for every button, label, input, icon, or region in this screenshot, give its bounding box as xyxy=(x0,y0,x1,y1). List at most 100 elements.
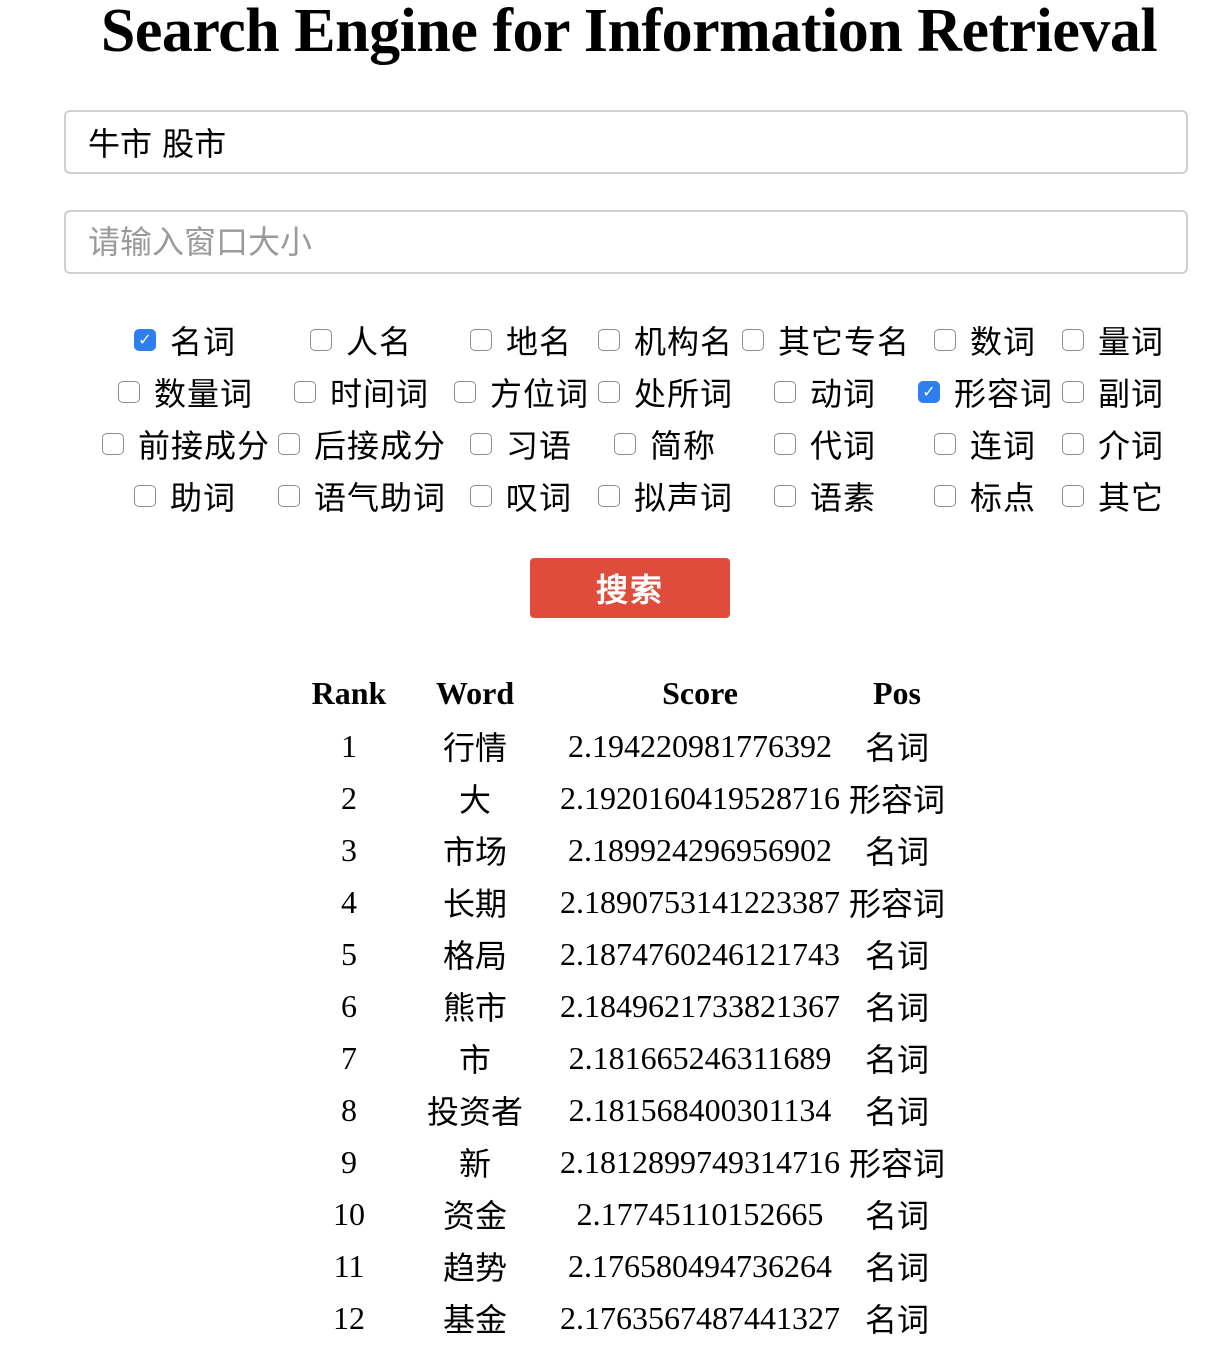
checkbox[interactable] xyxy=(934,485,956,507)
pos-cell: 名词 xyxy=(864,1301,929,1339)
checkbox[interactable] xyxy=(294,381,316,403)
pos-filter-row: 前接成分 后接成分 习语 简称 代词 连词 介词 xyxy=(0,418,1226,470)
pos-option-label: 处所词 xyxy=(634,375,734,413)
checkbox[interactable] xyxy=(1062,329,1084,351)
checkbox[interactable] xyxy=(470,485,492,507)
checkbox[interactable] xyxy=(1062,485,1084,507)
pos-option[interactable]: 拟声词 xyxy=(598,470,733,522)
pos-option[interactable]: 动词 xyxy=(774,366,876,418)
checkbox[interactable] xyxy=(598,381,620,403)
pos-option[interactable]: 标点 xyxy=(934,470,1036,522)
result-row: 7 市 2.181665246311689 名词 xyxy=(300,1032,946,1084)
pos-option-label: 机构名 xyxy=(634,323,734,361)
score-cell: 2.1920160419528716 xyxy=(560,779,840,816)
rank-cell: 9 xyxy=(341,1143,357,1180)
rank-cell: 1 xyxy=(341,727,357,764)
pos-option[interactable]: 介词 xyxy=(1062,418,1164,470)
pos-option[interactable]: 语素 xyxy=(774,470,876,522)
pos-cell: 名词 xyxy=(864,989,929,1027)
checkbox[interactable] xyxy=(278,433,300,455)
pos-cell: 名词 xyxy=(864,1249,929,1287)
checkbox[interactable] xyxy=(278,485,300,507)
score-cell: 2.189924296956902 xyxy=(568,831,832,868)
pos-option[interactable]: 量词 xyxy=(1062,314,1164,366)
checkbox[interactable] xyxy=(774,485,796,507)
rank-cell: 5 xyxy=(341,935,357,972)
checkbox[interactable] xyxy=(598,485,620,507)
checkbox[interactable] xyxy=(134,485,156,507)
pos-cell: 名词 xyxy=(864,1093,929,1131)
results-body: 1 行情 2.194220981776392 名词 2 大 2.19201604195287… xyxy=(300,720,946,1344)
query-input[interactable] xyxy=(64,110,1188,174)
pos-option[interactable]: 助词 xyxy=(134,470,236,522)
rank-cell: 3 xyxy=(341,831,357,868)
pos-option[interactable]: 数词 xyxy=(934,314,1036,366)
search-button[interactable]: 搜索 xyxy=(530,558,730,618)
checkbox[interactable] xyxy=(1062,433,1084,455)
pos-option-label: 前接成分 xyxy=(138,427,271,465)
checkbox[interactable] xyxy=(470,433,492,455)
pos-option[interactable]: 机构名 xyxy=(598,314,733,366)
score-cell: 2.181665246311689 xyxy=(568,1039,832,1076)
pos-option[interactable]: 副词 xyxy=(1062,366,1164,418)
pos-option[interactable]: 前接成分 xyxy=(102,418,270,470)
pos-option[interactable]: 简称 xyxy=(614,418,716,470)
pos-option[interactable]: 数量词 xyxy=(118,366,253,418)
rank-cell: 8 xyxy=(341,1091,357,1128)
checkbox[interactable] xyxy=(934,433,956,455)
result-row: 9 新 2.1812899749314716 形容词 xyxy=(300,1136,946,1188)
score-cell: 2.194220981776392 xyxy=(568,727,832,764)
word-cell: 趋势 xyxy=(442,1249,507,1287)
score-cell: 2.17745110152665 xyxy=(576,1195,824,1232)
result-row: 11 趋势 2.176580494736264 名词 xyxy=(300,1240,946,1292)
checkbox[interactable] xyxy=(310,329,332,351)
pos-option[interactable]: ✓ 形容词 xyxy=(918,366,1053,418)
word-cell: 基金 xyxy=(442,1301,507,1339)
pos-option[interactable]: 时间词 xyxy=(294,366,429,418)
pos-option[interactable]: 其它专名 xyxy=(742,314,910,366)
checkbox[interactable] xyxy=(1062,381,1084,403)
pos-option[interactable]: 后接成分 xyxy=(278,418,446,470)
checkbox[interactable] xyxy=(118,381,140,403)
checkbox[interactable] xyxy=(598,329,620,351)
pos-option[interactable]: 方位词 xyxy=(454,366,589,418)
checkbox[interactable] xyxy=(454,381,476,403)
pos-option[interactable]: 叹词 xyxy=(470,470,572,522)
pos-option[interactable]: 人名 xyxy=(310,314,412,366)
checkbox[interactable] xyxy=(614,433,636,455)
checkbox[interactable] xyxy=(774,433,796,455)
pos-option[interactable]: 其它 xyxy=(1062,470,1164,522)
pos-option-label: 数量词 xyxy=(154,375,254,413)
pos-option[interactable]: 语气助词 xyxy=(278,470,446,522)
pos-option-label: 代词 xyxy=(810,427,877,465)
checkbox[interactable] xyxy=(774,381,796,403)
word-cell: 市场 xyxy=(442,833,507,871)
window-size-input[interactable] xyxy=(64,210,1188,274)
pos-header: Pos xyxy=(873,674,921,711)
checkbox[interactable] xyxy=(742,329,764,351)
pos-option-label: 后接成分 xyxy=(314,427,447,465)
pos-option[interactable]: 地名 xyxy=(470,314,572,366)
pos-option-label: 其它 xyxy=(1098,479,1165,517)
pos-option-label: 习语 xyxy=(506,427,573,465)
checkbox[interactable] xyxy=(934,329,956,351)
pos-option[interactable]: 处所词 xyxy=(598,366,733,418)
pos-option[interactable]: 连词 xyxy=(934,418,1036,470)
pos-option[interactable]: 代词 xyxy=(774,418,876,470)
pos-option[interactable]: ✓ 名词 xyxy=(134,314,236,366)
word-cell: 熊市 xyxy=(442,989,507,1027)
checkbox-checked[interactable]: ✓ xyxy=(918,381,940,403)
word-cell: 市 xyxy=(458,1041,491,1079)
score-cell: 2.176580494736264 xyxy=(568,1247,832,1284)
checkbox[interactable] xyxy=(102,433,124,455)
rank-cell: 10 xyxy=(333,1195,365,1232)
word-cell: 大 xyxy=(458,781,491,819)
pos-option-label: 人名 xyxy=(346,323,413,361)
checkbox[interactable] xyxy=(470,329,492,351)
pos-option[interactable]: 习语 xyxy=(470,418,572,470)
word-cell: 新 xyxy=(458,1145,491,1183)
checkbox-checked[interactable]: ✓ xyxy=(134,329,156,351)
pos-option-label: 名词 xyxy=(170,323,237,361)
result-row: 3 市场 2.189924296956902 名词 xyxy=(300,824,946,876)
pos-cell: 名词 xyxy=(864,1197,929,1235)
